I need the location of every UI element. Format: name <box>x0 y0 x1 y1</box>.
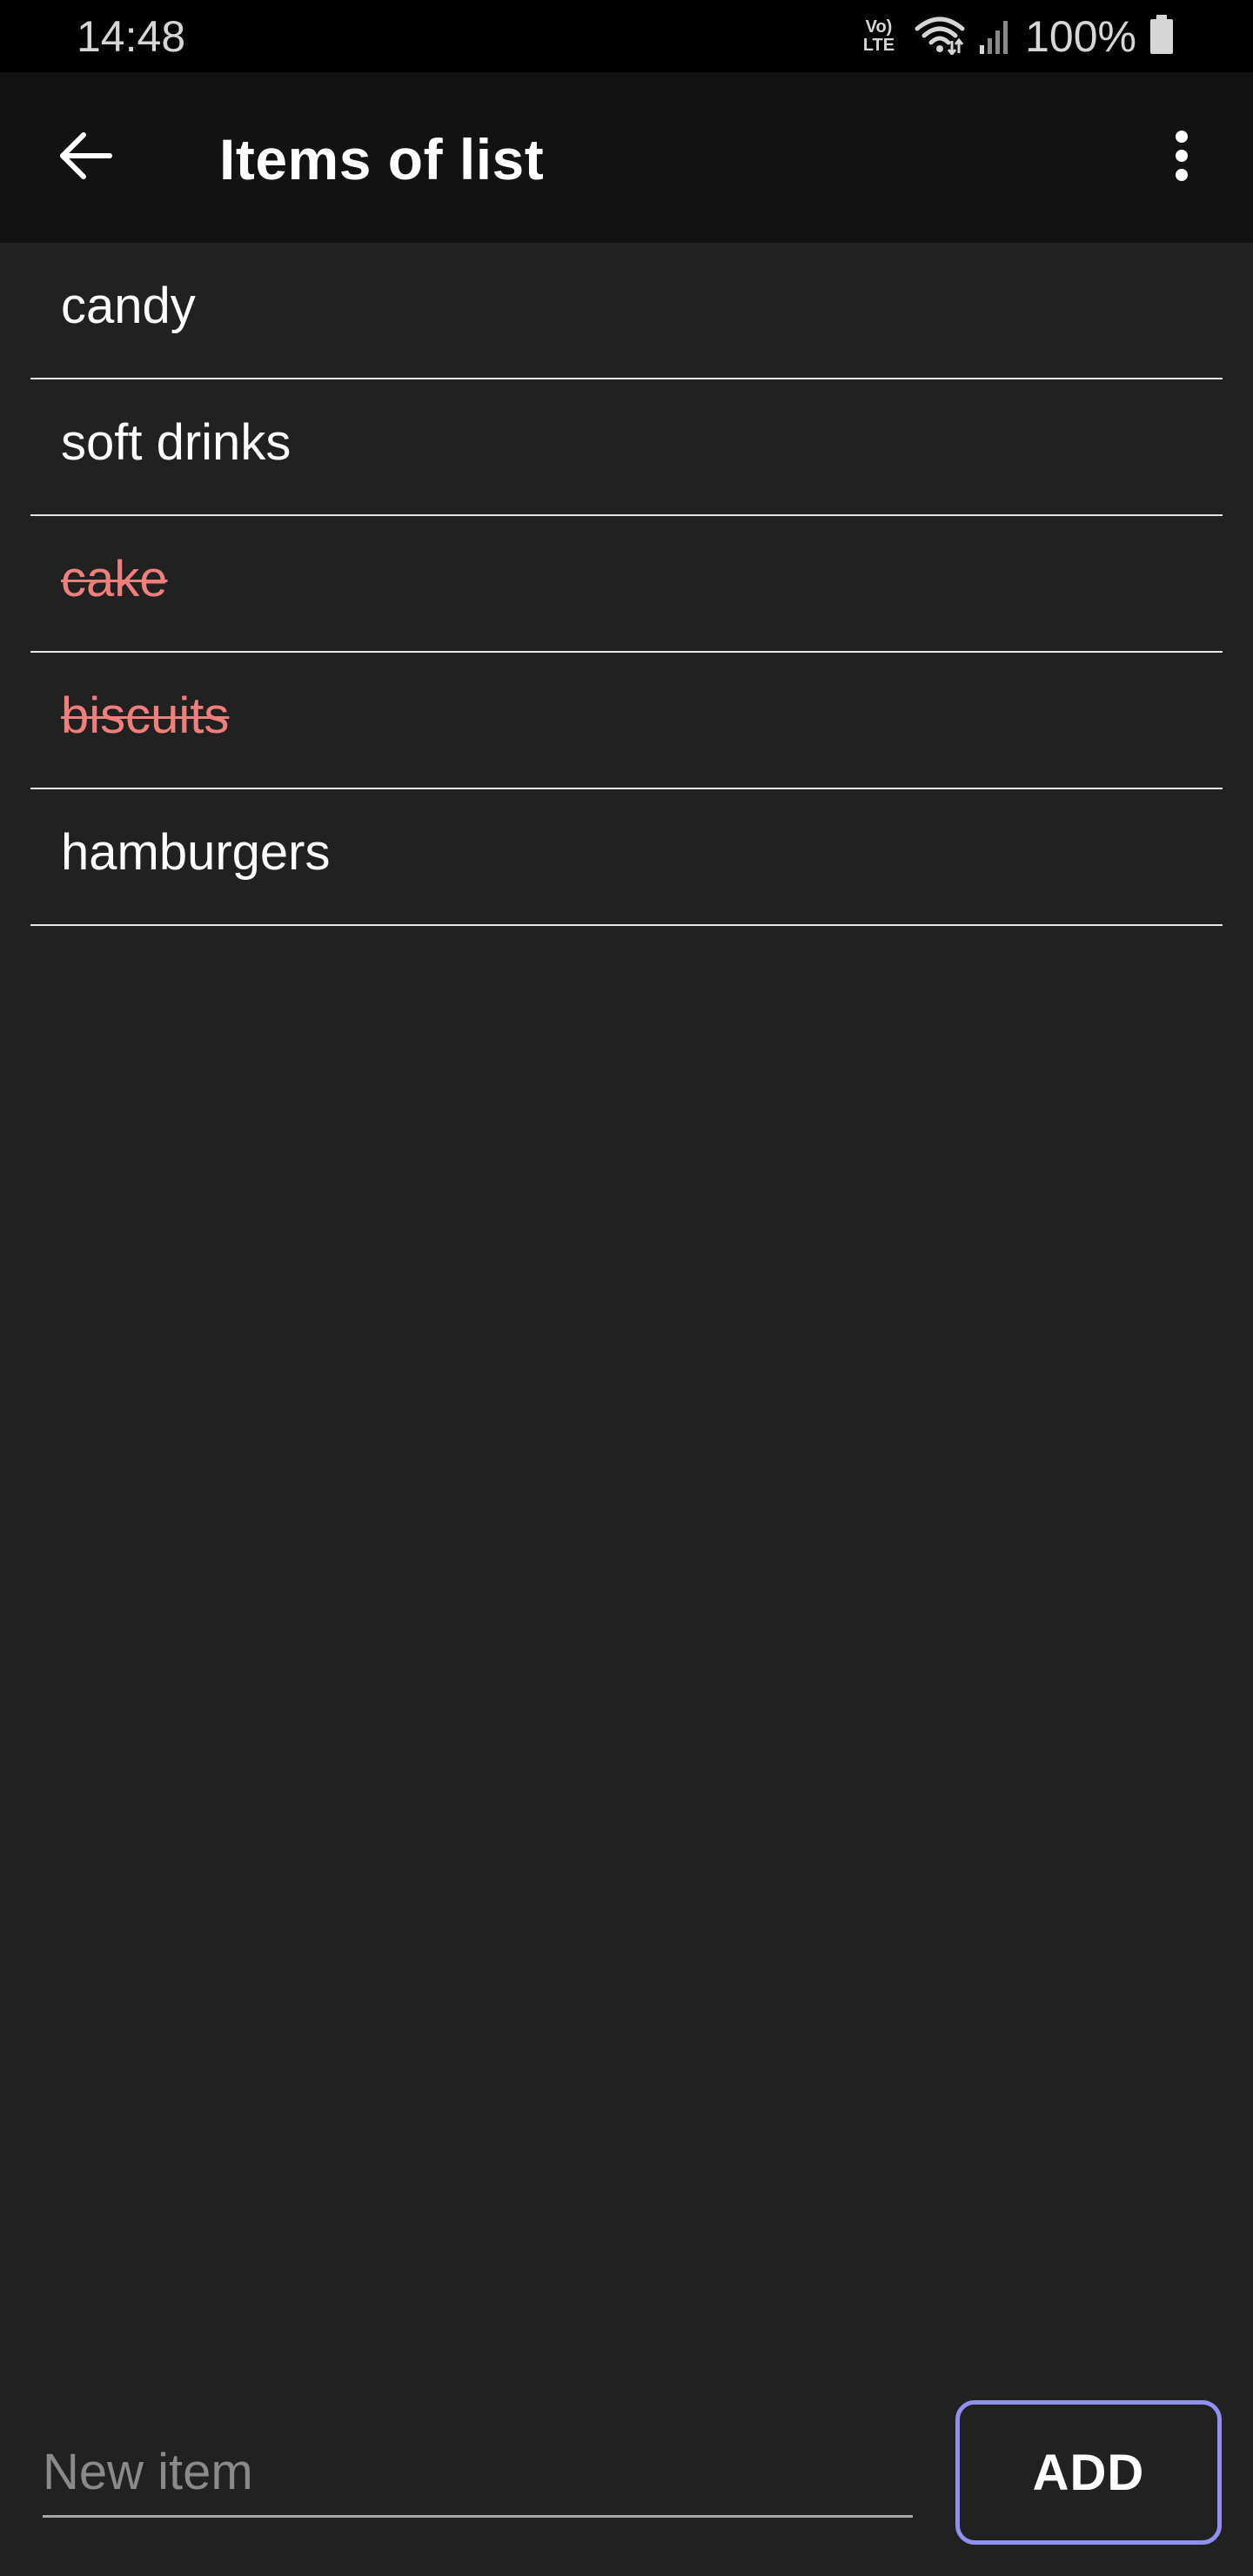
list-item-label: biscuits <box>61 687 230 744</box>
list-item[interactable]: cake <box>30 516 1223 653</box>
screen: 14:48 Vo) LTE 100% Items of list candy s… <box>0 0 1253 2576</box>
battery-icon <box>1149 14 1175 59</box>
list-item[interactable]: biscuits <box>30 653 1223 789</box>
page-title: Items of list <box>219 127 545 191</box>
signal-icon <box>978 16 1013 58</box>
volte-bottom-text: LTE <box>862 36 895 55</box>
overflow-menu-button[interactable] <box>1135 111 1229 205</box>
arrow-back-icon <box>57 131 113 184</box>
list-item-label: candy <box>61 277 196 334</box>
volte-icon: Vo) LTE <box>863 18 895 55</box>
list-item-label: hamburgers <box>61 823 331 881</box>
add-button[interactable]: ADD <box>955 2400 1222 2545</box>
status-time: 14:48 <box>77 12 186 61</box>
new-item-input[interactable] <box>43 2428 913 2518</box>
wifi-icon <box>914 15 966 59</box>
back-button[interactable] <box>38 111 132 205</box>
list-item[interactable]: hamburgers <box>30 789 1223 926</box>
volte-top-text: Vo) <box>865 17 893 37</box>
list-item[interactable]: candy <box>30 243 1223 379</box>
list-item[interactable]: soft drinks <box>30 379 1223 516</box>
status-bar: 14:48 Vo) LTE 100% <box>0 0 1253 72</box>
app-bar: Items of list <box>0 72 1253 243</box>
status-icons: Vo) LTE 100% <box>863 9 1175 64</box>
list-item-label: soft drinks <box>61 413 291 471</box>
item-list: candy soft drinks cake biscuits hamburgers <box>30 243 1223 926</box>
list-item-label: cake <box>61 550 168 607</box>
more-vert-icon <box>1175 130 1189 186</box>
battery-percent: 100% <box>1025 12 1136 61</box>
